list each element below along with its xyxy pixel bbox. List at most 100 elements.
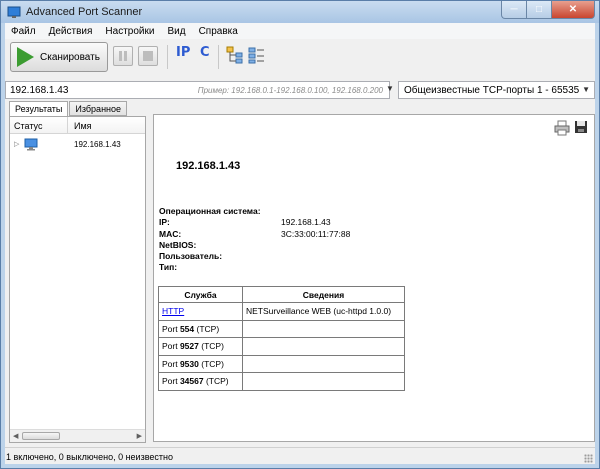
close-icon: ✕	[568, 4, 578, 15]
printer-icon[interactable]	[554, 120, 570, 136]
port-protocol: (TCP)	[194, 323, 220, 334]
status-text: 1 включено, 0 выключено, 0 неизвестно	[6, 452, 173, 462]
port-protocol: (TCP)	[198, 358, 224, 369]
service-link-http[interactable]: HTTP	[162, 306, 184, 316]
info-value: 192.168.1.43	[281, 217, 331, 228]
host-title: 192.168.1.43	[176, 160, 241, 172]
port-number: 34567	[179, 376, 204, 387]
info-row-netbios: NetBIOS:	[159, 240, 419, 251]
play-icon	[17, 47, 34, 67]
info-label: MAC:	[159, 228, 182, 239]
save-icon[interactable]	[574, 120, 588, 134]
column-status[interactable]: Статус	[14, 121, 42, 131]
scroll-right-icon[interactable]: ▶	[137, 432, 142, 440]
stop-icon	[143, 51, 153, 61]
services-table-header: Служба Сведения	[158, 286, 405, 303]
info-row-ip: IP: 192.168.1.43	[159, 217, 419, 228]
ip-range-input[interactable]: 192.168.1.43 Пример: 192.168.0.1-192.168…	[5, 81, 390, 99]
column-divider[interactable]	[67, 117, 68, 134]
resize-grip-icon[interactable]	[584, 454, 593, 463]
subnet-c-icon[interactable]: C	[200, 45, 210, 60]
scan-button-label: Сканировать	[40, 51, 100, 63]
toolbar-separator	[167, 45, 168, 69]
port-prefix: Port	[162, 341, 180, 352]
scan-button[interactable]: Сканировать	[10, 42, 108, 72]
chevron-down-icon: ▼	[582, 85, 590, 94]
menu-bar: Файл Действия Настройки Вид Справка	[5, 23, 595, 39]
port-prefix: Port	[162, 376, 180, 387]
port-number: 9527	[179, 341, 199, 352]
service-info-cell	[242, 319, 405, 338]
maximize-icon: □	[535, 4, 543, 15]
collapse-all-icon[interactable]	[248, 46, 266, 64]
info-row-type: Тип:	[159, 262, 419, 273]
host-name: 192.168.1.43	[74, 140, 121, 149]
tab-results[interactable]: Результаты	[9, 101, 69, 117]
horizontal-scrollbar[interactable]: ◀ ▶	[10, 429, 145, 442]
maximize-button[interactable]: □	[527, 1, 552, 19]
ip-range-hint: Пример: 192.168.0.1-192.168.0.100, 192.1…	[197, 86, 383, 95]
column-service: Служба	[158, 286, 243, 303]
info-label: Пользователь:	[159, 251, 223, 262]
ip-range-value: 192.168.1.43	[10, 85, 69, 96]
service-info-cell	[242, 354, 405, 373]
address-row: 192.168.1.43 Пример: 192.168.0.1-192.168…	[5, 81, 595, 99]
port-number: 9530	[179, 358, 199, 369]
menu-view[interactable]: Вид	[167, 26, 185, 37]
info-label: NetBIOS:	[159, 239, 197, 250]
pause-button[interactable]	[113, 46, 133, 66]
host-info: Операционная система: IP: 192.168.1.43 MA…	[159, 206, 419, 274]
table-row: Port 9527 (TCP)	[158, 337, 405, 356]
menu-settings[interactable]: Настройки	[105, 26, 154, 37]
client-area: Файл Действия Настройки Вид Справка Скан…	[5, 23, 595, 464]
tab-favorites[interactable]: Избранное	[69, 101, 128, 116]
list-item[interactable]: ▷ 192.168.1.43	[12, 137, 143, 153]
service-info-cell	[242, 337, 405, 356]
port-number: 554	[179, 323, 195, 334]
menu-actions[interactable]: Действия	[49, 26, 93, 37]
scrollbar-thumb[interactable]	[22, 432, 60, 440]
info-row-os: Операционная система:	[159, 206, 419, 217]
column-info: Сведения	[242, 286, 405, 303]
menu-file[interactable]: Файл	[11, 26, 36, 37]
scroll-left-icon[interactable]: ◀	[13, 432, 18, 440]
close-button[interactable]: ✕	[552, 1, 595, 19]
toolbar-separator	[218, 45, 219, 69]
info-row-user: Пользователь:	[159, 251, 419, 262]
port-protocol: (TCP)	[203, 376, 229, 387]
minimize-button[interactable]: ─	[501, 1, 527, 19]
port-select[interactable]: Общеизвестные TCP-порты 1 - 65535 ▼	[398, 81, 595, 99]
service-cell: Port 9530 (TCP)	[158, 354, 243, 373]
port-prefix: Port	[162, 358, 180, 369]
service-info-cell: NETSurveillance WEB (uc-httpd 1.0.0)	[242, 302, 405, 321]
ip-range-icon[interactable]: IP	[176, 45, 190, 60]
table-row: Port 34567 (TCP)	[158, 372, 405, 391]
expand-all-icon[interactable]	[226, 46, 244, 64]
app-window: Advanced Port Scanner ─ □ ✕ Файл Действи…	[0, 0, 600, 469]
stop-button[interactable]	[138, 46, 158, 66]
ip-history-dropdown-icon[interactable]: ▼	[386, 84, 394, 93]
title-bar[interactable]: Advanced Port Scanner ─ □ ✕	[1, 1, 599, 23]
minimize-icon: ─	[510, 4, 518, 15]
column-name[interactable]: Имя	[74, 121, 92, 131]
service-cell: Port 554 (TCP)	[158, 319, 243, 338]
computer-icon	[24, 138, 38, 151]
table-row: HTTP NETSurveillance WEB (uc-httpd 1.0.0…	[158, 302, 405, 321]
port-protocol: (TCP)	[198, 341, 224, 352]
services-table: Служба Сведения HTTP NETSurveillance WEB…	[158, 286, 405, 391]
port-prefix: Port	[162, 323, 180, 334]
app-icon	[7, 6, 21, 18]
service-cell: Port 9527 (TCP)	[158, 337, 243, 356]
tab-bar: Результаты Избранное	[9, 101, 128, 117]
status-bar: 1 включено, 0 выключено, 0 неизвестно	[5, 447, 595, 464]
table-row: Port 554 (TCP)	[158, 319, 405, 338]
results-list-header: Статус Имя	[10, 117, 145, 134]
window-title: Advanced Port Scanner	[26, 6, 143, 18]
menu-help[interactable]: Справка	[199, 26, 238, 37]
expand-arrow-icon[interactable]: ▷	[14, 140, 19, 148]
details-panel: 192.168.1.43 Операционная система: IP: 19…	[153, 114, 595, 442]
info-value: 3C:33:00:11:77:88	[281, 228, 351, 239]
toolbar: Сканировать IP C	[5, 39, 595, 75]
service-cell: Port 34567 (TCP)	[158, 372, 243, 391]
info-label: IP:	[159, 217, 170, 228]
